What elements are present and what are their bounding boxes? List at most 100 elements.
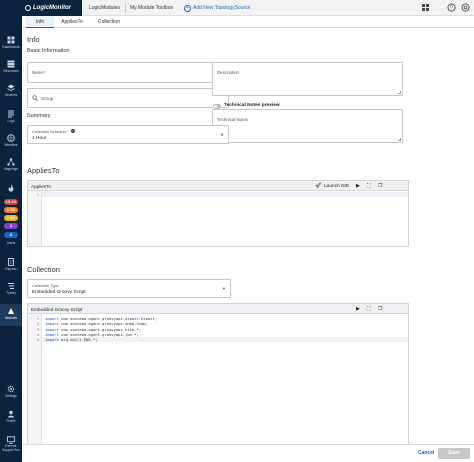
tech-notes-preview-toggle[interactable] xyxy=(213,104,221,109)
nav-profile[interactable]: Profile xyxy=(0,410,22,423)
editor-toolbar: Embedded Groovy Script ▶ ⛶ ❐ xyxy=(28,304,408,314)
add-topology-source-button[interactable]: + Add New TopologySource xyxy=(184,3,250,13)
alert-count-blue[interactable]: 8 xyxy=(4,232,18,238)
collection-heading: Collection xyxy=(27,265,60,274)
tab-info[interactable]: Info xyxy=(26,16,54,28)
line-gutter: 1 xyxy=(28,191,42,246)
play-icon[interactable]: ▶ xyxy=(356,306,360,312)
code-keyword: import xyxy=(45,321,59,327)
code-keyword: import xyxy=(45,331,59,337)
nav-label: Remote Support Ses xyxy=(2,444,20,452)
alert-count-error[interactable]: 1.7K xyxy=(4,207,18,213)
group-placeholder: Group xyxy=(41,96,54,101)
technical-notes-placeholder: Technical Notes xyxy=(217,117,248,122)
fullscreen-icon[interactable]: ⛶ xyxy=(367,183,371,189)
code-keyword: import xyxy=(45,316,59,321)
nav-traces[interactable]: Traces xyxy=(0,282,22,295)
appliesto-editor: AppliesTo 🚀 Launch IDE ▶ ⛶ ❐ 1 xyxy=(27,180,409,247)
nav-alerts[interactable] xyxy=(0,184,22,192)
chevron-down-icon: ▼ xyxy=(220,132,224,137)
dashboard-icon xyxy=(7,36,15,44)
technical-notes-field[interactable]: Technical Notes xyxy=(212,109,403,143)
nav-resources[interactable]: Resources xyxy=(0,60,22,73)
help-icon[interactable]: ? xyxy=(447,3,456,12)
line-gutter: 1 2 3 4 5 xyxy=(28,314,42,452)
globe-icon xyxy=(7,134,15,142)
alert-count-purple[interactable]: 1 xyxy=(4,223,18,229)
collection-schedule-select[interactable]: Collection Schedule i 1 Hour ▼ xyxy=(27,125,229,144)
nav-websites[interactable]: Websites xyxy=(0,134,22,147)
nav-remote-support[interactable]: Remote Support Ses xyxy=(0,436,22,452)
collection-type-value: Embedded Groovy Script xyxy=(32,290,86,295)
nav-alerts-label: Alerts xyxy=(0,240,22,246)
line-number: 3 xyxy=(36,326,39,332)
header-tab-module-toolbox[interactable]: My Module Toolbox xyxy=(125,3,178,13)
nav-reports[interactable]: Reports xyxy=(0,258,22,271)
nav-label: Dashboards xyxy=(2,45,20,49)
description-field[interactable]: Description xyxy=(212,62,403,96)
collection-type-select[interactable]: Collection Type Embedded Groovy Script ▼ xyxy=(27,279,231,298)
play-icon[interactable]: ▶ xyxy=(356,183,360,189)
user-icon xyxy=(8,410,14,418)
copy-icon[interactable]: ❐ xyxy=(378,183,382,189)
header-tab-logicmodules[interactable]: LogicModules xyxy=(84,3,126,13)
code-keyword: import xyxy=(45,326,59,332)
name-placeholder: Name* xyxy=(32,70,46,75)
logo[interactable]: LogicMonitor xyxy=(22,0,82,16)
support-icon[interactable] xyxy=(461,3,470,12)
tab-collection[interactable]: Collection xyxy=(92,16,126,28)
copy-icon[interactable]: ❐ xyxy=(378,306,382,312)
line-number: 1 xyxy=(36,316,39,321)
search-icon xyxy=(32,95,38,101)
report-icon xyxy=(8,258,14,266)
code-keyword: import xyxy=(45,337,59,343)
groovy-script-editor: Embedded Groovy Script ▶ ⛶ ❐ 1 2 3 4 5 i… xyxy=(27,303,409,453)
nav-dashboards[interactable]: Dashboards xyxy=(0,36,22,49)
editor-body[interactable]: 1 xyxy=(28,191,408,246)
svg-text:?: ? xyxy=(450,5,453,11)
flame-icon xyxy=(8,184,14,192)
alert-count-warning[interactable]: 7.6K xyxy=(4,215,18,221)
top-bar: LogicMonitor LogicModules My Module Tool… xyxy=(22,0,474,16)
name-field[interactable]: Name* xyxy=(27,62,229,83)
nav-services[interactable]: Services xyxy=(0,84,22,97)
alert-count-critical[interactable]: 15.3K xyxy=(4,199,18,205)
editor-toolbar: AppliesTo 🚀 Launch IDE ▶ ⛶ ❐ xyxy=(28,181,408,191)
save-button[interactable]: Save xyxy=(438,448,470,459)
code-line: import org.xbill.DNS.*; xyxy=(45,337,98,342)
tab-appliesto[interactable]: AppliesTo xyxy=(55,16,89,28)
line-number: 4 xyxy=(36,331,39,337)
app-root: Dashboards Resources Services Logs Websi… xyxy=(0,0,474,462)
resize-handle[interactable] xyxy=(398,138,401,141)
collection-type-label: Collection Type xyxy=(32,283,59,288)
info-icon[interactable]: i xyxy=(71,129,75,133)
group-field[interactable]: Group xyxy=(27,88,229,108)
code-line: import com.santaba.agent.groovyapi.jmx.*… xyxy=(45,332,139,337)
code-line: import com.santaba.agent.groovyapi.http.… xyxy=(45,327,141,332)
code-text: com.santaba.agent.groovyapi.http.*; xyxy=(58,326,142,332)
nav-modules[interactable]: Modules xyxy=(0,304,22,326)
nav-label: Services xyxy=(4,93,18,97)
nav-mappings[interactable]: Mappings xyxy=(0,158,22,171)
footer-bar: Cancel Save xyxy=(22,444,474,462)
code-text: com.santaba.agent.groovyapi.expect.Expec… xyxy=(58,316,158,321)
nav-label: Modules xyxy=(4,316,18,320)
launch-ide-button[interactable]: Launch IDE xyxy=(324,184,349,189)
nav-settings[interactable]: Settings xyxy=(0,385,22,398)
traces-icon xyxy=(8,283,14,289)
current-line-highlight xyxy=(42,192,408,198)
cancel-button[interactable]: Cancel xyxy=(418,450,434,456)
grid-icon[interactable] xyxy=(421,3,430,12)
resize-handle[interactable] xyxy=(398,91,401,94)
collection-schedule-label: Collection Schedule xyxy=(32,129,67,134)
fullscreen-icon[interactable]: ⛶ xyxy=(367,306,371,312)
logo-icon xyxy=(25,5,31,11)
editor-title: AppliesTo xyxy=(31,183,51,189)
add-topology-label: Add New TopologySource xyxy=(193,5,251,11)
editor-body[interactable]: 1 2 3 4 5 import com.santaba.agent.groov… xyxy=(28,314,408,452)
nav-logs[interactable]: Logs xyxy=(0,110,22,123)
tech-notes-preview-label: Technical Notes preview xyxy=(224,103,280,108)
appliesto-heading: AppliesTo xyxy=(27,166,60,175)
monitor-icon xyxy=(7,436,15,444)
nav-label: Mappings xyxy=(4,167,18,171)
